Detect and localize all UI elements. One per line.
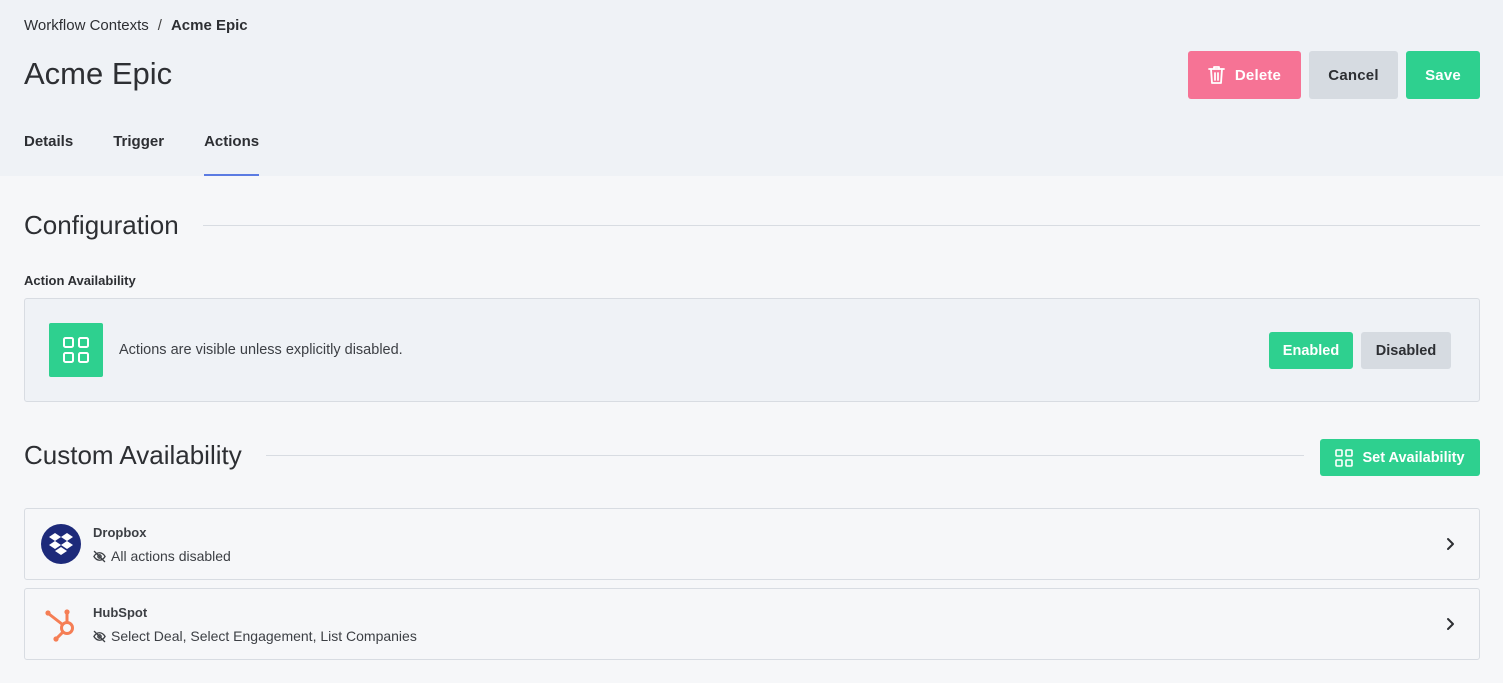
integration-status-text: Select Deal, Select Engagement, List Com… [111,628,417,644]
page-title: Acme Epic [24,56,173,91]
dropbox-logo-icon [41,524,81,564]
grid-icon [1335,448,1354,467]
chevron-right-icon [1447,618,1454,630]
integration-status: All actions disabled [93,548,231,564]
grid-tile [49,323,103,377]
disabled-toggle-button[interactable]: Disabled [1361,332,1451,369]
integration-name: HubSpot [93,605,148,620]
trash-icon [1207,66,1225,84]
enabled-toggle-button[interactable]: Enabled [1269,332,1353,369]
action-availability-label: Action Availability [24,273,136,288]
chevron-right-icon [1447,538,1454,550]
integration-status-text: All actions disabled [111,548,231,564]
tab-details[interactable]: Details [24,131,73,176]
breadcrumb-current: Acme Epic [170,17,248,34]
action-availability-panel: Actions are visible unless explicitly di… [24,298,1480,402]
set-availability-label: Set Availability [1362,449,1465,466]
eye-off-icon [93,550,106,562]
header-actions: Delete Cancel Save [1188,51,1480,99]
integration-status: Select Deal, Select Engagement, List Com… [93,628,417,644]
eye-off-icon [93,630,106,642]
grid-icon [63,337,89,363]
configuration-heading: Configuration [24,210,179,240]
delete-button[interactable]: Delete [1188,51,1301,99]
custom-availability-heading: Custom Availability [24,440,242,470]
integration-name: Dropbox [93,525,147,540]
section-divider [265,455,1304,456]
set-availability-button[interactable]: Set Availability [1320,439,1480,476]
integration-row-hubspot[interactable]: HubSpot Select Deal, Select Engagement, … [24,588,1480,660]
configuration-section-heading: Configuration [24,210,1480,241]
breadcrumb: Workflow Contexts / Acme Epic [24,17,248,34]
save-button[interactable]: Save [1406,51,1480,99]
cancel-button[interactable]: Cancel [1309,51,1398,99]
hubspot-logo-icon [45,609,74,642]
custom-availability-section-heading: Custom Availability [24,440,1304,471]
tab-actions[interactable]: Actions [204,131,260,176]
availability-toggle: Enabled Disabled [1269,332,1451,369]
page-header: Workflow Contexts / Acme Epic Acme Epic … [0,0,1503,176]
tab-bar: Details Trigger Actions [24,131,260,176]
availability-description: Actions are visible unless explicitly di… [119,342,403,358]
breadcrumb-separator: / [157,17,162,34]
delete-button-label: Delete [1234,66,1282,84]
integration-row-dropbox[interactable]: Dropbox All actions disabled [24,508,1480,580]
tab-trigger[interactable]: Trigger [113,131,164,176]
section-divider [202,225,1480,226]
breadcrumb-parent-link[interactable]: Workflow Contexts [24,17,149,34]
